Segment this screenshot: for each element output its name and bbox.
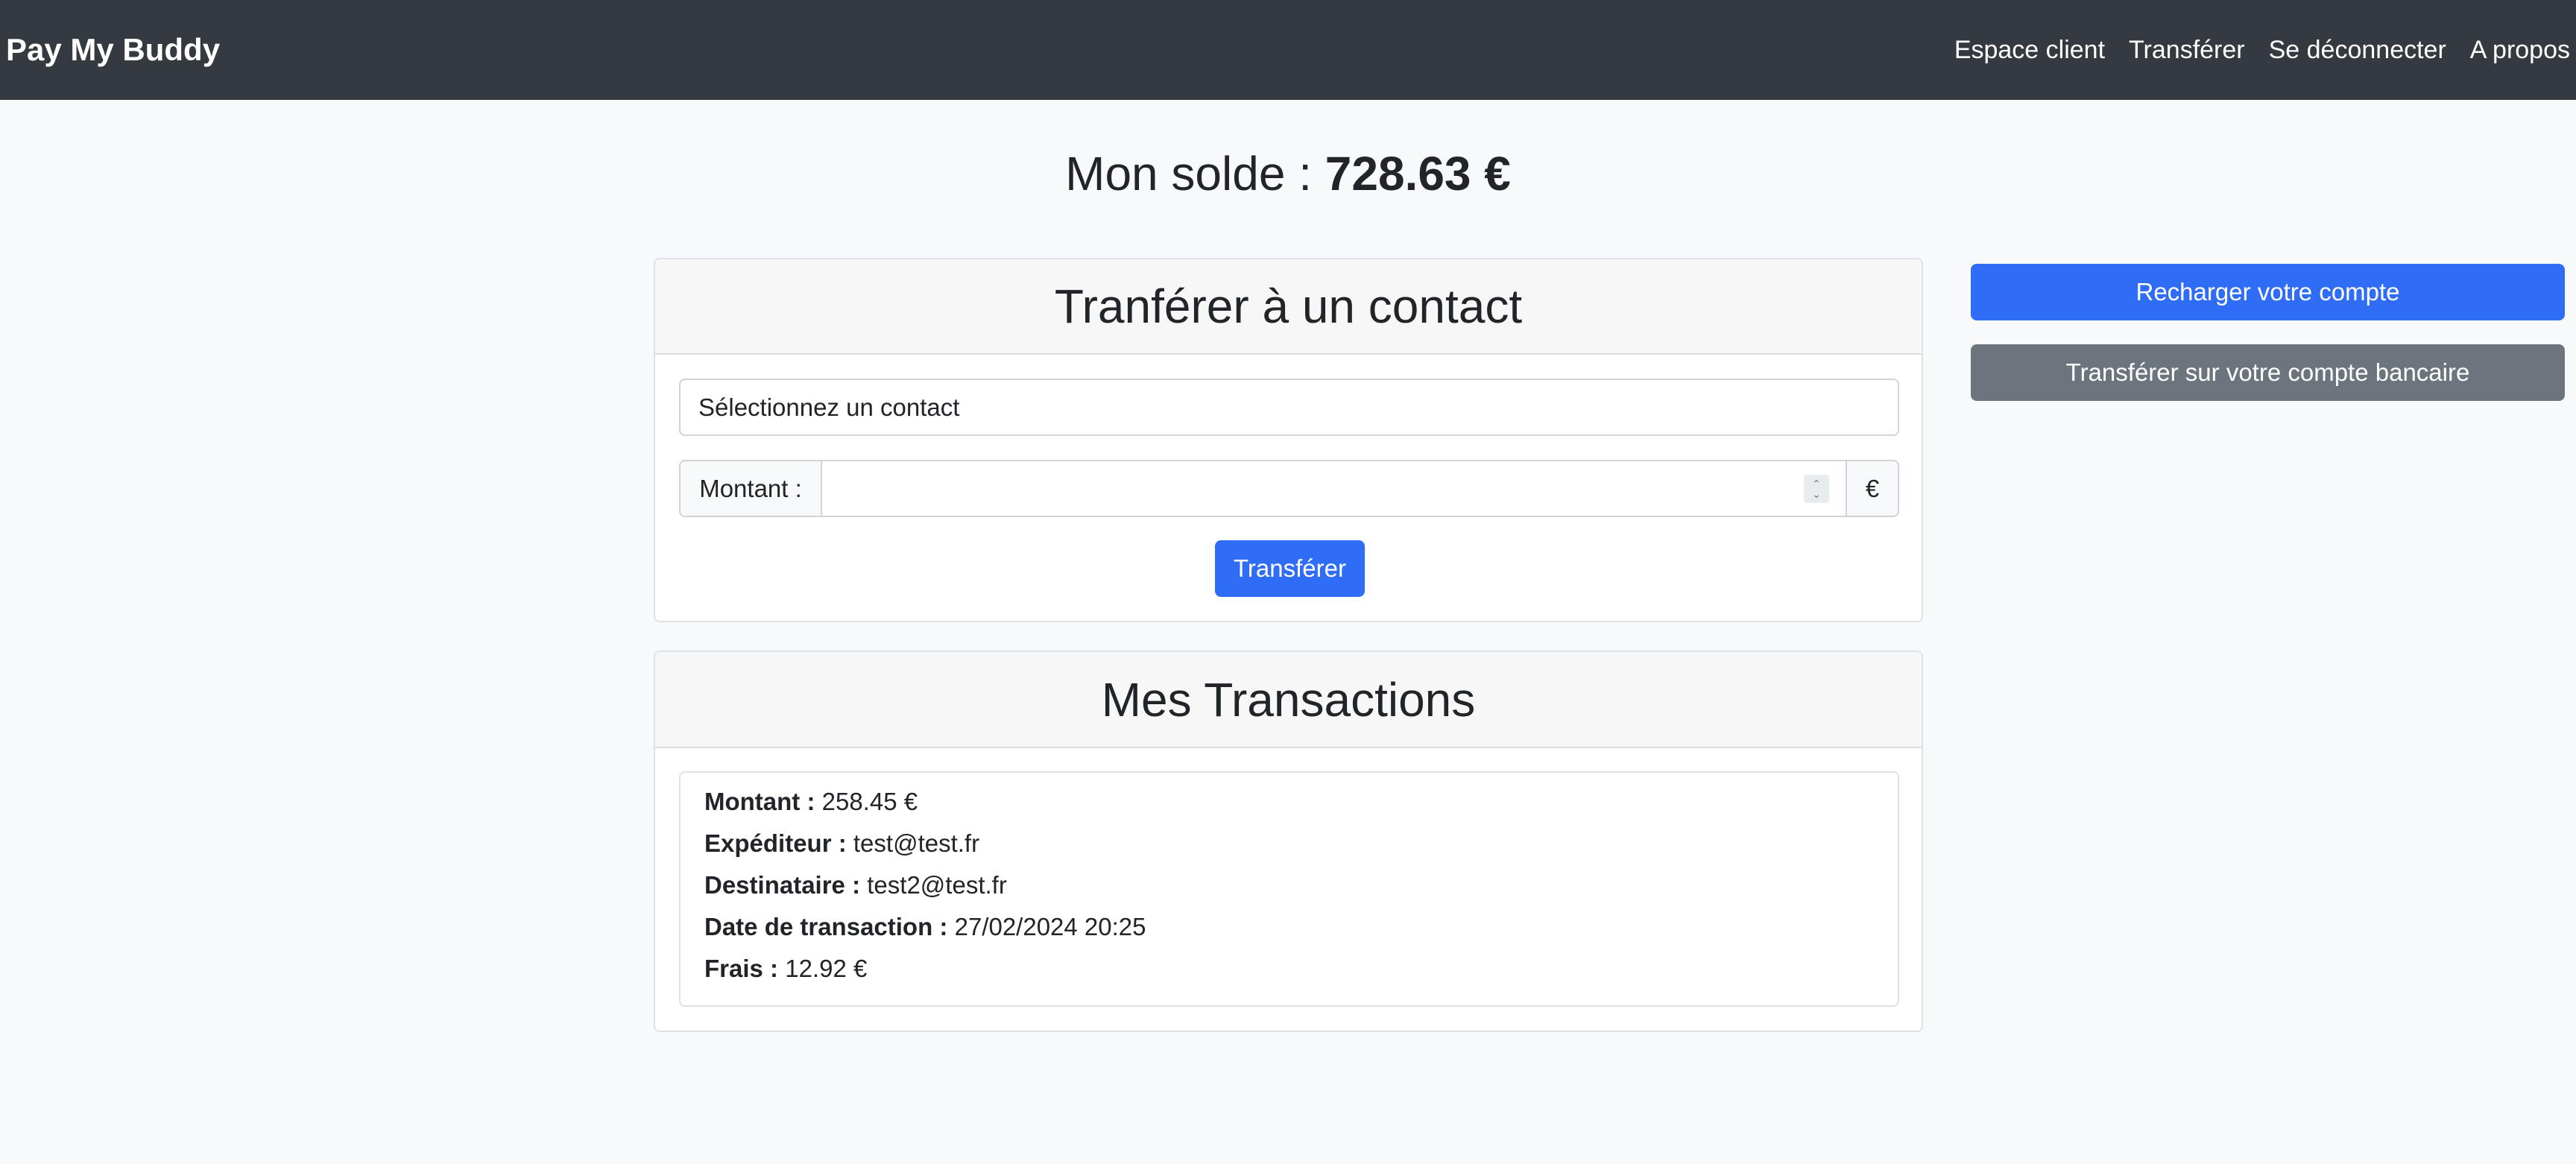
balance-amount: 728.63 €: [1325, 147, 1511, 200]
tx-fees-value: 12.92 €: [785, 955, 868, 982]
amount-input-group: Montant : ⌃ ⌄ €: [679, 460, 1899, 517]
balance-heading: Mon solde : 728.63 €: [0, 146, 2576, 201]
transfer-card: Tranférer à un contact Sélectionnez un c…: [654, 258, 1923, 622]
tx-sender-value: test@test.fr: [853, 829, 980, 857]
tx-amount-value: 258.45 €: [821, 788, 918, 815]
balance-label: Mon solde :: [1065, 147, 1325, 200]
tx-fees-row: Frais : 12.92 €: [704, 953, 1898, 995]
tx-recipient-value: test2@test.fr: [867, 871, 1007, 899]
nav-links: Espace client Transférer Se déconnecter …: [1931, 36, 2570, 65]
brand-logo[interactable]: Pay My Buddy: [6, 32, 220, 68]
transfer-card-title: Tranférer à un contact: [655, 259, 1922, 355]
tx-fees-key: Frais :: [704, 955, 779, 982]
recharge-account-button[interactable]: Recharger votre compte: [1971, 264, 2565, 320]
nav-link-transferer[interactable]: Transférer: [2129, 36, 2245, 65]
bank-transfer-button[interactable]: Transférer sur votre compte bancaire: [1971, 344, 2565, 401]
transfer-button[interactable]: Transférer: [1215, 540, 1365, 597]
tx-date-key: Date de transaction :: [704, 913, 948, 940]
transactions-card: Mes Transactions Montant : 258.45 € Expé…: [654, 651, 1923, 1032]
nav-link-about[interactable]: A propos: [2470, 36, 2570, 65]
contact-select[interactable]: Sélectionnez un contact: [679, 379, 1899, 436]
tx-recipient-row: Destinataire : test2@test.fr: [704, 870, 1898, 911]
tx-sender-row: Expéditeur : test@test.fr: [704, 828, 1898, 870]
amount-label: Montant :: [679, 460, 822, 517]
number-spinner-icon[interactable]: ⌃ ⌄: [1804, 475, 1829, 503]
tx-date-value: 27/02/2024 20:25: [954, 913, 1146, 940]
tx-amount-row: Montant : 258.45 €: [704, 786, 1898, 828]
tx-date-row: Date de transaction : 27/02/2024 20:25: [704, 911, 1898, 953]
transactions-title: Mes Transactions: [655, 652, 1922, 748]
nav-link-logout[interactable]: Se déconnecter: [2269, 36, 2446, 65]
tx-sender-key: Expéditeur :: [704, 829, 847, 857]
nav-link-espace-client[interactable]: Espace client: [1954, 36, 2105, 65]
tx-amount-key: Montant :: [704, 788, 815, 815]
amount-input[interactable]: ⌃ ⌄: [822, 460, 1846, 517]
top-navbar: Pay My Buddy Espace client Transférer Se…: [0, 0, 2576, 100]
transaction-item: Montant : 258.45 € Expéditeur : test@tes…: [679, 771, 1899, 1007]
contact-select-value: Sélectionnez un contact: [698, 393, 960, 421]
currency-suffix: €: [1846, 460, 1899, 517]
tx-recipient-key: Destinataire :: [704, 871, 861, 899]
